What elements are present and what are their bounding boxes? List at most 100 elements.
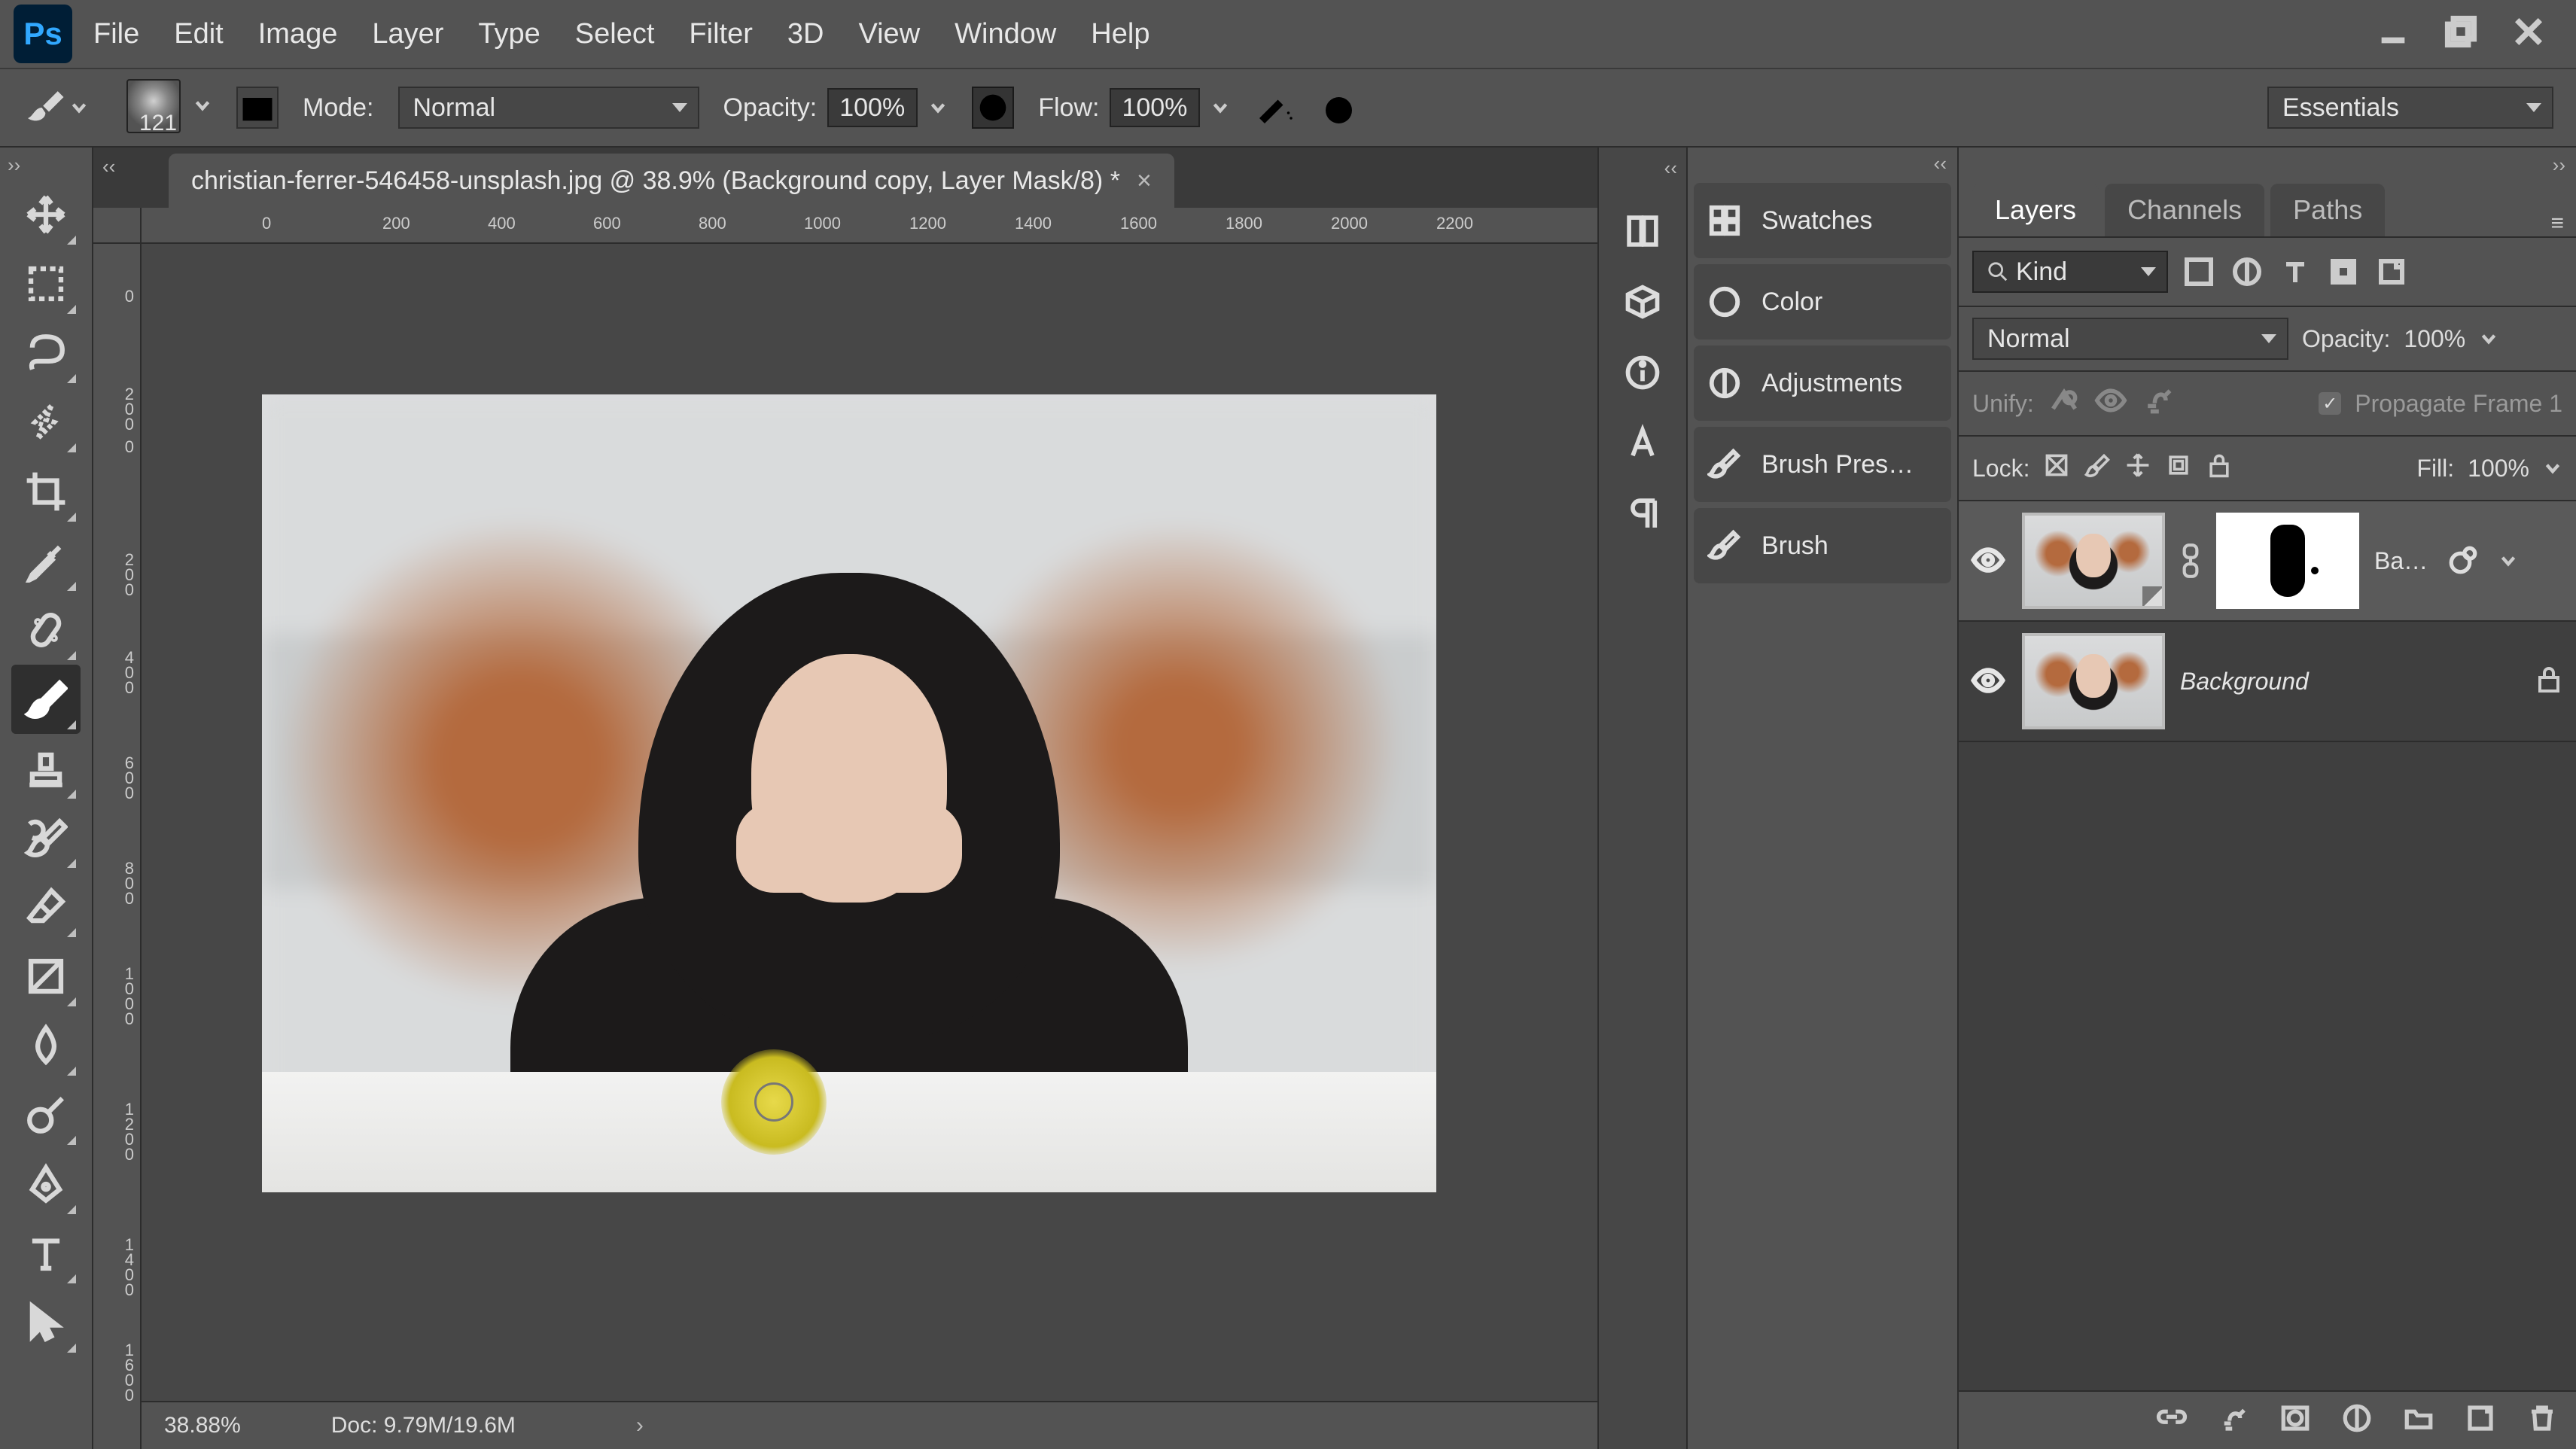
status-flyout[interactable]: › — [636, 1413, 644, 1438]
airbrush-toggle[interactable] — [1254, 87, 1296, 129]
3d-icon[interactable] — [1620, 279, 1665, 324]
panel-swatches[interactable]: Swatches — [1694, 183, 1951, 258]
layer-name[interactable]: Background — [2180, 668, 2309, 696]
propagate-checkbox[interactable]: ✓ — [2319, 392, 2341, 415]
chevron-down-icon[interactable] — [2479, 329, 2498, 349]
character-icon[interactable] — [1620, 421, 1665, 466]
filter-shape-icon[interactable] — [2326, 254, 2361, 289]
gradient-tool[interactable] — [11, 942, 81, 1011]
blend-mode-select[interactable]: Normal — [398, 87, 699, 129]
filter-kind-select[interactable]: Kind — [1972, 251, 2168, 293]
new-group-icon[interactable] — [2403, 1402, 2434, 1439]
layer-name[interactable]: Ba… — [2374, 547, 2428, 575]
menu-edit[interactable]: Edit — [174, 18, 223, 50]
panel-color[interactable]: Color — [1694, 264, 1951, 339]
workspace-select[interactable]: Essentials — [2267, 87, 2553, 129]
menu-layer[interactable]: Layer — [372, 18, 443, 50]
stamp-tool[interactable] — [11, 734, 81, 803]
smart-filter-icon[interactable] — [2447, 544, 2480, 577]
flow-input[interactable]: 100% — [1110, 88, 1200, 127]
close-icon[interactable]: × — [1137, 166, 1152, 196]
panel-menu-icon[interactable]: ≡ — [2538, 211, 2576, 236]
link-layers-icon[interactable] — [2156, 1402, 2188, 1439]
brush-tool[interactable] — [11, 665, 81, 734]
lock-icon[interactable] — [2534, 664, 2564, 699]
type-tool[interactable] — [11, 1219, 81, 1288]
dodge-tool[interactable] — [11, 1080, 81, 1149]
lasso-tool[interactable] — [11, 318, 81, 388]
lock-all-icon[interactable] — [2206, 452, 2233, 485]
crop-tool[interactable] — [11, 457, 81, 526]
unify-visibility-icon[interactable] — [2094, 384, 2127, 423]
lock-pixels-icon[interactable] — [2084, 452, 2111, 485]
menu-filter[interactable]: Filter — [689, 18, 752, 50]
chevron-down-icon[interactable] — [2543, 458, 2562, 478]
panel-collapse[interactable]: ‹‹ — [1655, 154, 1686, 183]
visibility-toggle[interactable] — [1971, 543, 2007, 579]
path-select-tool[interactable] — [11, 1288, 81, 1357]
menu-view[interactable]: View — [858, 18, 920, 50]
tab-channels[interactable]: Channels — [2105, 184, 2264, 236]
quick-select-tool[interactable] — [11, 388, 81, 457]
unify-position-icon[interactable] — [2048, 384, 2081, 423]
panel-collapse[interactable]: ›› — [2553, 154, 2565, 177]
pressure-opacity-toggle[interactable] — [972, 87, 1014, 129]
pressure-size-toggle[interactable] — [1320, 87, 1363, 129]
marquee-tool[interactable] — [11, 249, 81, 318]
layer-row[interactable]: Background — [1959, 622, 2576, 742]
lock-position-icon[interactable] — [2124, 452, 2151, 485]
filter-type-icon[interactable] — [2278, 254, 2313, 289]
tabbar-collapse[interactable]: ‹‹ — [102, 155, 115, 178]
canvas[interactable] — [262, 394, 1436, 1192]
restore-button[interactable] — [2444, 14, 2478, 54]
tab-layers[interactable]: Layers — [1972, 184, 2099, 236]
layer-thumb[interactable] — [2022, 633, 2165, 729]
vertical-ruler[interactable]: 02 0 002 0 04 0 06 0 08 0 01 0 0 01 2 0 … — [93, 244, 142, 1449]
history-brush-tool[interactable] — [11, 803, 81, 872]
layer-opacity-value[interactable]: 100% — [2404, 325, 2465, 353]
document-tab[interactable]: christian-ferrer-546458-unsplash.jpg @ 3… — [169, 154, 1174, 208]
filter-adjust-icon[interactable] — [2230, 254, 2264, 289]
chevron-down-icon[interactable] — [928, 98, 948, 117]
layer-thumb[interactable] — [2022, 513, 2165, 609]
tab-paths[interactable]: Paths — [2270, 184, 2385, 236]
new-layer-icon[interactable] — [2465, 1402, 2496, 1439]
menu-3d[interactable]: 3D — [787, 18, 824, 50]
layer-row[interactable]: Ba… — [1959, 501, 2576, 622]
close-button[interactable] — [2511, 14, 2546, 54]
tool-indicator[interactable] — [23, 87, 89, 129]
panel-brush[interactable]: Brush — [1694, 508, 1951, 583]
chevron-down-icon[interactable] — [1210, 98, 1230, 117]
toolbox-collapse[interactable]: ›› — [0, 151, 28, 180]
chevron-down-icon[interactable] — [2498, 551, 2518, 571]
lock-artboard-icon[interactable] — [2165, 452, 2192, 485]
menu-help[interactable]: Help — [1091, 18, 1149, 50]
history-icon[interactable] — [1620, 209, 1665, 254]
pen-tool[interactable] — [11, 1149, 81, 1219]
new-adjustment-icon[interactable] — [2341, 1402, 2373, 1439]
paragraph-icon[interactable] — [1620, 492, 1665, 537]
eraser-tool[interactable] — [11, 872, 81, 942]
blur-tool[interactable] — [11, 1011, 81, 1080]
menu-file[interactable]: File — [93, 18, 139, 50]
layer-fx-icon[interactable] — [2218, 1402, 2249, 1439]
panel-adjustments[interactable]: Adjustments — [1694, 346, 1951, 421]
unify-style-icon[interactable] — [2141, 384, 2174, 423]
mask-link-icon[interactable] — [2180, 542, 2201, 580]
minimize-button[interactable] — [2376, 14, 2410, 54]
eyedropper-tool[interactable] — [11, 526, 81, 595]
layer-blend-select[interactable]: Normal — [1972, 318, 2288, 360]
chevron-down-icon[interactable] — [193, 96, 212, 115]
status-zoom[interactable]: 38.88% — [164, 1413, 241, 1438]
visibility-toggle[interactable] — [1971, 663, 2007, 699]
menu-image[interactable]: Image — [258, 18, 338, 50]
healing-tool[interactable] — [11, 595, 81, 665]
fill-value[interactable]: 100% — [2468, 455, 2529, 482]
panel-collapse[interactable]: ‹‹ — [1923, 148, 1957, 180]
filter-pixel-icon[interactable] — [2182, 254, 2216, 289]
filter-smart-icon[interactable] — [2374, 254, 2409, 289]
lock-transparent-icon[interactable] — [2043, 452, 2070, 485]
menu-select[interactable]: Select — [575, 18, 655, 50]
panel-brush-presets[interactable]: Brush Pres… — [1694, 427, 1951, 502]
canvas-viewport[interactable] — [142, 244, 1597, 1401]
